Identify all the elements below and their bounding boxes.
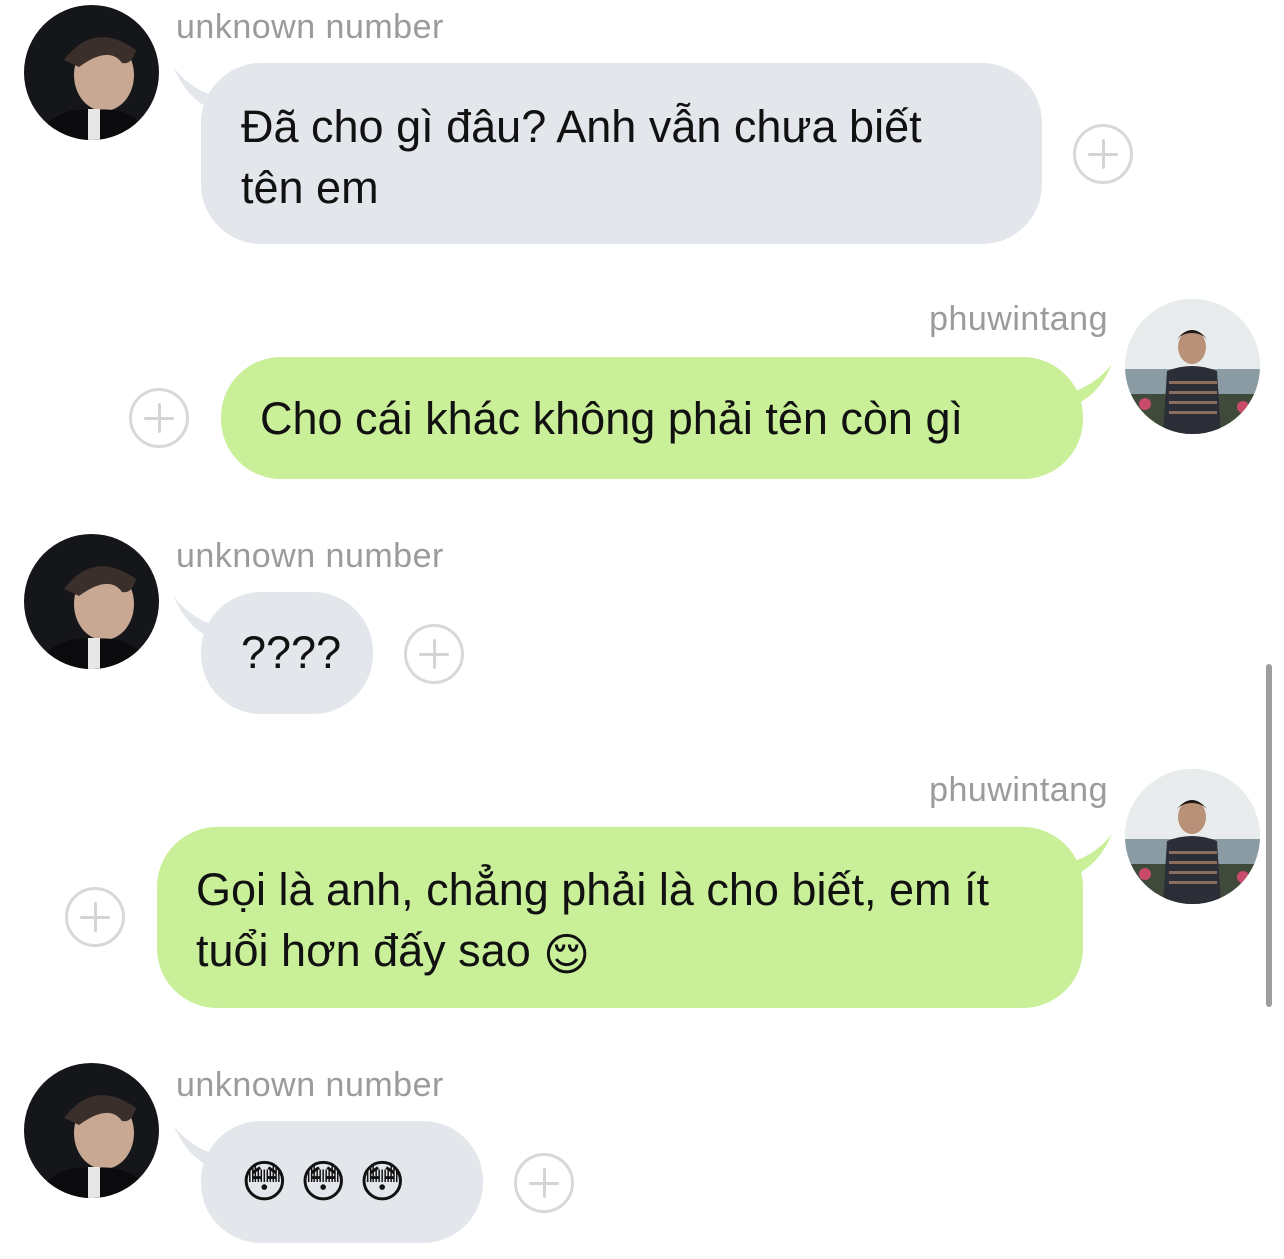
chat-thread: unknown number Đã cho gì đâu? Anh vẫn ch… xyxy=(0,0,1284,1259)
relieved-face-emoji: 😌 xyxy=(543,928,591,980)
message-text: ???? xyxy=(241,627,342,678)
flushed-face-emoji: 😳 xyxy=(358,1156,406,1207)
message-bubble-incoming[interactable]: 😳 😳 😳 xyxy=(201,1121,483,1243)
scrollbar[interactable] xyxy=(1266,664,1272,1007)
message-bubble-incoming[interactable]: Đã cho gì đâu? Anh vẫn chưa biết tên em xyxy=(201,63,1042,244)
avatar-phuwintang[interactable] xyxy=(1125,299,1260,434)
message-text: Cho cái khác không phải tên còn gì xyxy=(260,393,963,444)
add-reaction-icon[interactable] xyxy=(65,887,125,947)
message-text: 😳 😳 😳 xyxy=(241,1151,483,1212)
sender-name: unknown number xyxy=(176,1066,444,1104)
add-reaction-icon[interactable] xyxy=(1073,124,1133,184)
message-text: Đã cho gì đâu? Anh vẫn chưa biết tên em xyxy=(241,101,922,213)
message-bubble-outgoing[interactable]: Cho cái khác không phải tên còn gì xyxy=(221,357,1083,479)
avatar-phuwintang[interactable] xyxy=(1125,769,1260,904)
message-bubble-outgoing[interactable]: Gọi là anh, chẳng phải là cho biết, em í… xyxy=(157,827,1083,1008)
avatar-unknown-number[interactable] xyxy=(24,1063,159,1198)
flushed-face-emoji: 😳 xyxy=(241,1156,288,1207)
add-reaction-icon[interactable] xyxy=(404,624,464,684)
sender-name: phuwintang xyxy=(929,771,1108,809)
sender-name: unknown number xyxy=(176,8,444,46)
add-reaction-icon[interactable] xyxy=(514,1153,574,1213)
sender-name: phuwintang xyxy=(929,300,1108,338)
add-reaction-icon[interactable] xyxy=(129,388,189,448)
sender-name: unknown number xyxy=(176,537,444,575)
message-text: Gọi là anh, chẳng phải là cho biết, em í… xyxy=(196,859,1043,985)
flushed-face-emoji: 😳 xyxy=(299,1156,347,1207)
avatar-unknown-number[interactable] xyxy=(24,534,159,669)
message-text-body: Gọi là anh, chẳng phải là cho biết, em í… xyxy=(196,864,989,976)
message-bubble-incoming[interactable]: ???? xyxy=(201,592,373,714)
avatar-unknown-number[interactable] xyxy=(24,5,159,140)
